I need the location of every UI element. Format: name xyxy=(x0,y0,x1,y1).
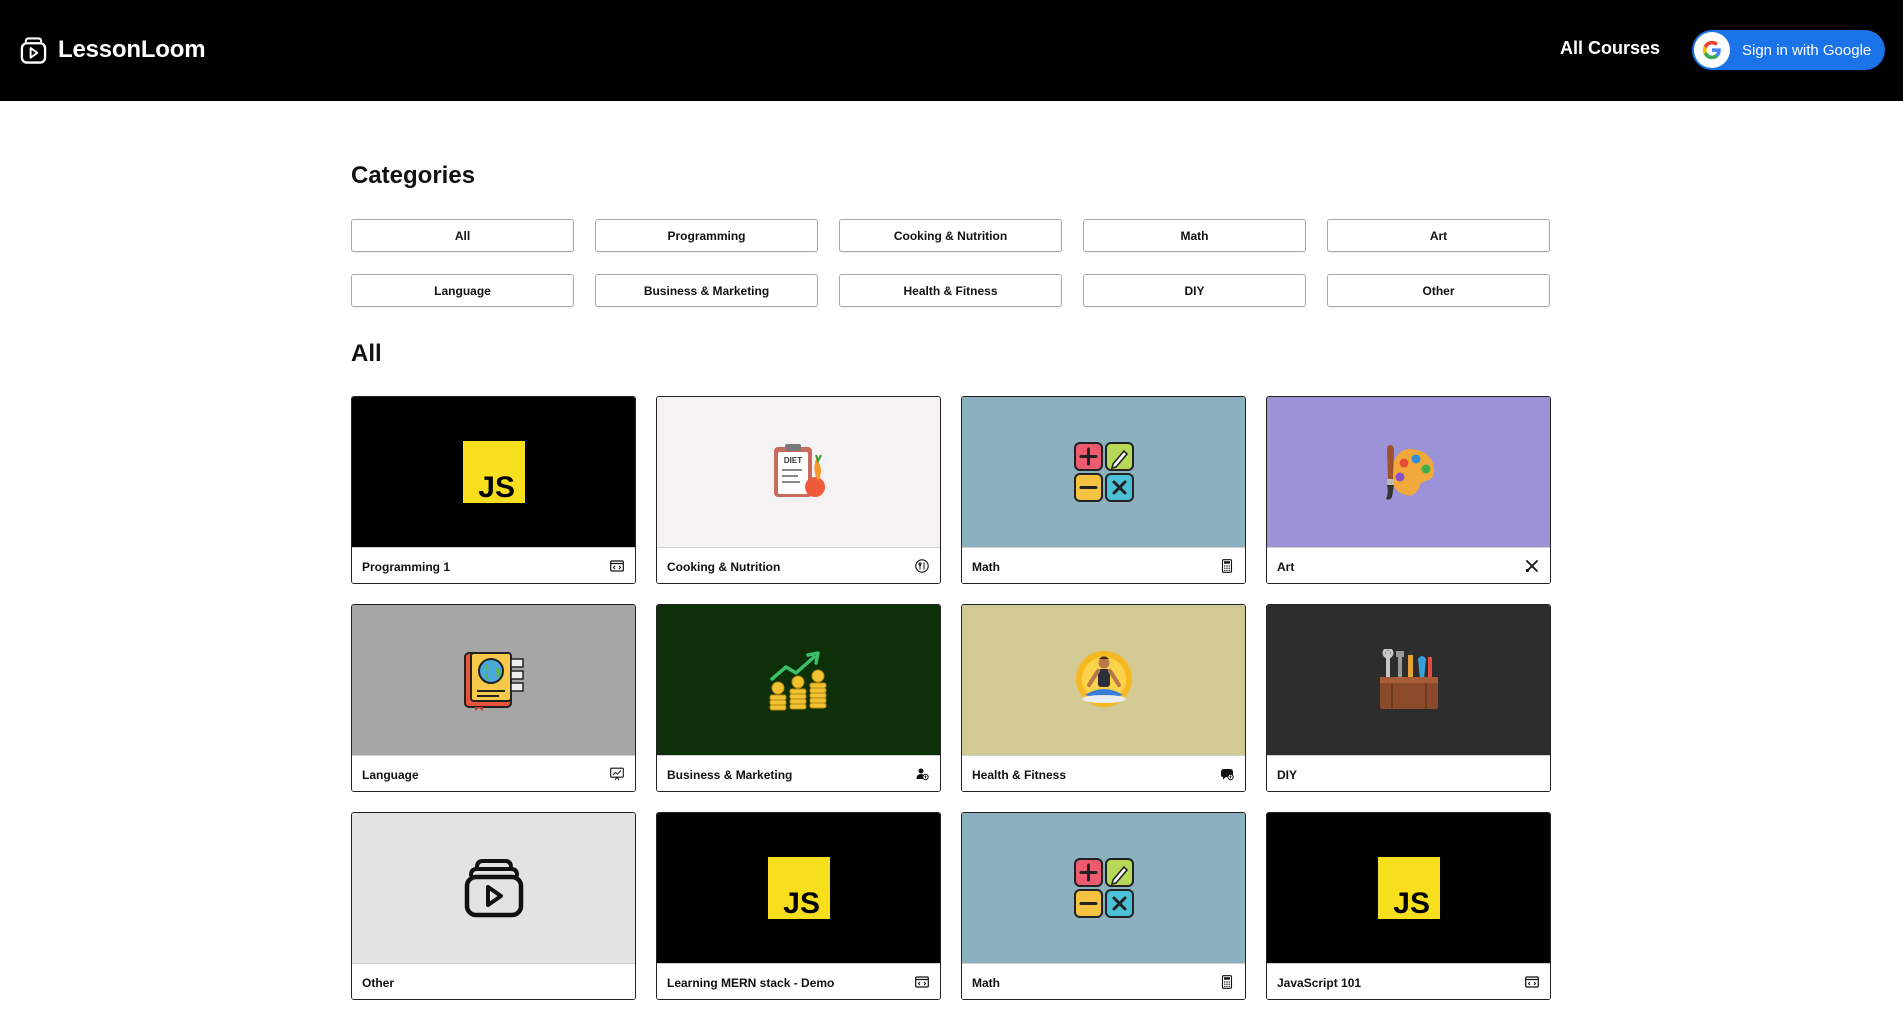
svg-text:JS: JS xyxy=(478,471,515,503)
course-card-footer: Business & Marketing xyxy=(657,755,940,791)
presentation-icon xyxy=(610,767,624,781)
categories-heading: Categories xyxy=(351,162,476,189)
growth-coins-icon xyxy=(769,651,826,711)
toolbox-icon xyxy=(1379,649,1438,709)
course-card[interactable]: JS Programming 1 xyxy=(351,396,636,584)
course-stack-icon xyxy=(464,859,523,918)
course-thumbnail xyxy=(1267,605,1550,755)
course-card-footer: Other xyxy=(352,963,635,999)
category-button-math[interactable]: Math xyxy=(1083,219,1306,252)
course-card[interactable]: Art xyxy=(1266,396,1551,584)
course-thumbnail xyxy=(962,605,1245,755)
svg-text:JS: JS xyxy=(1393,887,1430,919)
course-thumbnail: DIET xyxy=(657,397,940,547)
code-window-icon xyxy=(1525,976,1539,988)
course-title: Other xyxy=(362,976,395,990)
course-card-footer: JavaScript 101 xyxy=(1267,963,1550,999)
google-sign-in-button[interactable]: Sign in with Google xyxy=(1692,30,1885,70)
course-thumbnail xyxy=(962,813,1245,963)
lessonloom-logo-icon xyxy=(20,37,47,64)
code-window-icon xyxy=(610,560,624,572)
brand-name: LessonLoom xyxy=(58,36,206,63)
math-operators-icon xyxy=(1073,442,1134,502)
course-card[interactable]: JS JavaScript 101 xyxy=(1266,812,1551,1000)
math-operators-icon xyxy=(1073,858,1134,918)
course-card[interactable]: Language xyxy=(351,604,636,792)
course-card[interactable]: DIET Cooking & Nutrition xyxy=(656,396,941,584)
course-card-footer: DIY xyxy=(1267,755,1550,791)
category-button-diy[interactable]: DIY xyxy=(1083,274,1306,307)
course-card[interactable]: Math xyxy=(961,396,1246,584)
course-thumbnail xyxy=(657,605,940,755)
course-card[interactable]: Business & Marketing xyxy=(656,604,941,792)
course-card-footer: Art xyxy=(1267,547,1550,583)
all-courses-link[interactable]: All Courses xyxy=(1560,38,1660,59)
course-card[interactable]: JS Learning MERN stack - Demo xyxy=(656,812,941,1000)
course-card-footer: Math xyxy=(962,547,1245,583)
brand-link[interactable]: LessonLoom xyxy=(20,35,206,65)
category-button-other[interactable]: Other xyxy=(1327,274,1550,307)
course-thumbnail xyxy=(962,397,1245,547)
course-thumbnail xyxy=(352,813,635,963)
course-title: Business & Marketing xyxy=(667,768,793,782)
brush-icon xyxy=(1525,560,1538,573)
sign-in-label: Sign in with Google xyxy=(1742,41,1872,59)
course-title: Health & Fitness xyxy=(972,768,1067,782)
diet-clipboard-icon: DIET xyxy=(773,444,825,497)
javascript-logo-icon: JS xyxy=(1377,857,1440,919)
course-title: Learning MERN stack - Demo xyxy=(667,976,835,990)
course-card[interactable]: Math xyxy=(961,812,1246,1000)
code-window-icon xyxy=(915,976,929,988)
course-thumbnail: JS xyxy=(657,813,940,963)
course-title: Math xyxy=(972,976,1000,990)
google-icon xyxy=(1694,32,1730,68)
course-thumbnail: JS xyxy=(352,397,635,547)
course-title: Language xyxy=(362,768,419,782)
utensils-icon xyxy=(915,559,929,573)
category-button-art[interactable]: Art xyxy=(1327,219,1550,252)
top-navbar: LessonLoom All Courses Sign in with Goog… xyxy=(0,0,1903,101)
course-card-footer: Language xyxy=(352,755,635,791)
category-button-all[interactable]: All xyxy=(351,219,574,252)
course-card-footer: Programming 1 xyxy=(352,547,635,583)
business-icon xyxy=(916,768,929,781)
category-button-programming[interactable]: Programming xyxy=(595,219,818,252)
course-title: Programming 1 xyxy=(362,560,451,574)
course-card-footer: Learning MERN stack - Demo xyxy=(657,963,940,999)
language-book-icon xyxy=(463,652,524,711)
category-button-health-fitness[interactable]: Health & Fitness xyxy=(839,274,1062,307)
course-card-footer: Math xyxy=(962,963,1245,999)
course-card[interactable]: Other xyxy=(351,812,636,1000)
svg-text:JS: JS xyxy=(783,887,820,919)
course-card-footer: Cooking & Nutrition xyxy=(657,547,940,583)
course-title: DIY xyxy=(1277,768,1298,782)
course-card-footer: Health & Fitness xyxy=(962,755,1245,791)
category-button-business-marketing[interactable]: Business & Marketing xyxy=(595,274,818,307)
course-title: JavaScript 101 xyxy=(1277,976,1362,990)
paint-palette-icon xyxy=(1385,445,1434,500)
calculator-icon xyxy=(1221,975,1233,989)
category-button-cooking-nutrition[interactable]: Cooking & Nutrition xyxy=(839,219,1062,252)
course-title: Math xyxy=(972,560,1000,574)
course-card[interactable]: DIY xyxy=(1266,604,1551,792)
category-button-language[interactable]: Language xyxy=(351,274,574,307)
course-thumbnail xyxy=(1267,397,1550,547)
fitness-icon xyxy=(1221,769,1234,781)
course-title: Art xyxy=(1277,560,1295,574)
course-card[interactable]: Health & Fitness xyxy=(961,604,1246,792)
javascript-logo-icon: JS xyxy=(462,441,525,503)
calculator-icon xyxy=(1221,559,1233,573)
svg-text:DIET: DIET xyxy=(783,456,801,465)
course-thumbnail: JS xyxy=(1267,813,1550,963)
course-thumbnail xyxy=(352,605,635,755)
section-heading: All xyxy=(351,340,382,367)
javascript-logo-icon: JS xyxy=(767,857,830,919)
meditation-person-icon xyxy=(1075,651,1132,707)
course-title: Cooking & Nutrition xyxy=(667,560,781,574)
